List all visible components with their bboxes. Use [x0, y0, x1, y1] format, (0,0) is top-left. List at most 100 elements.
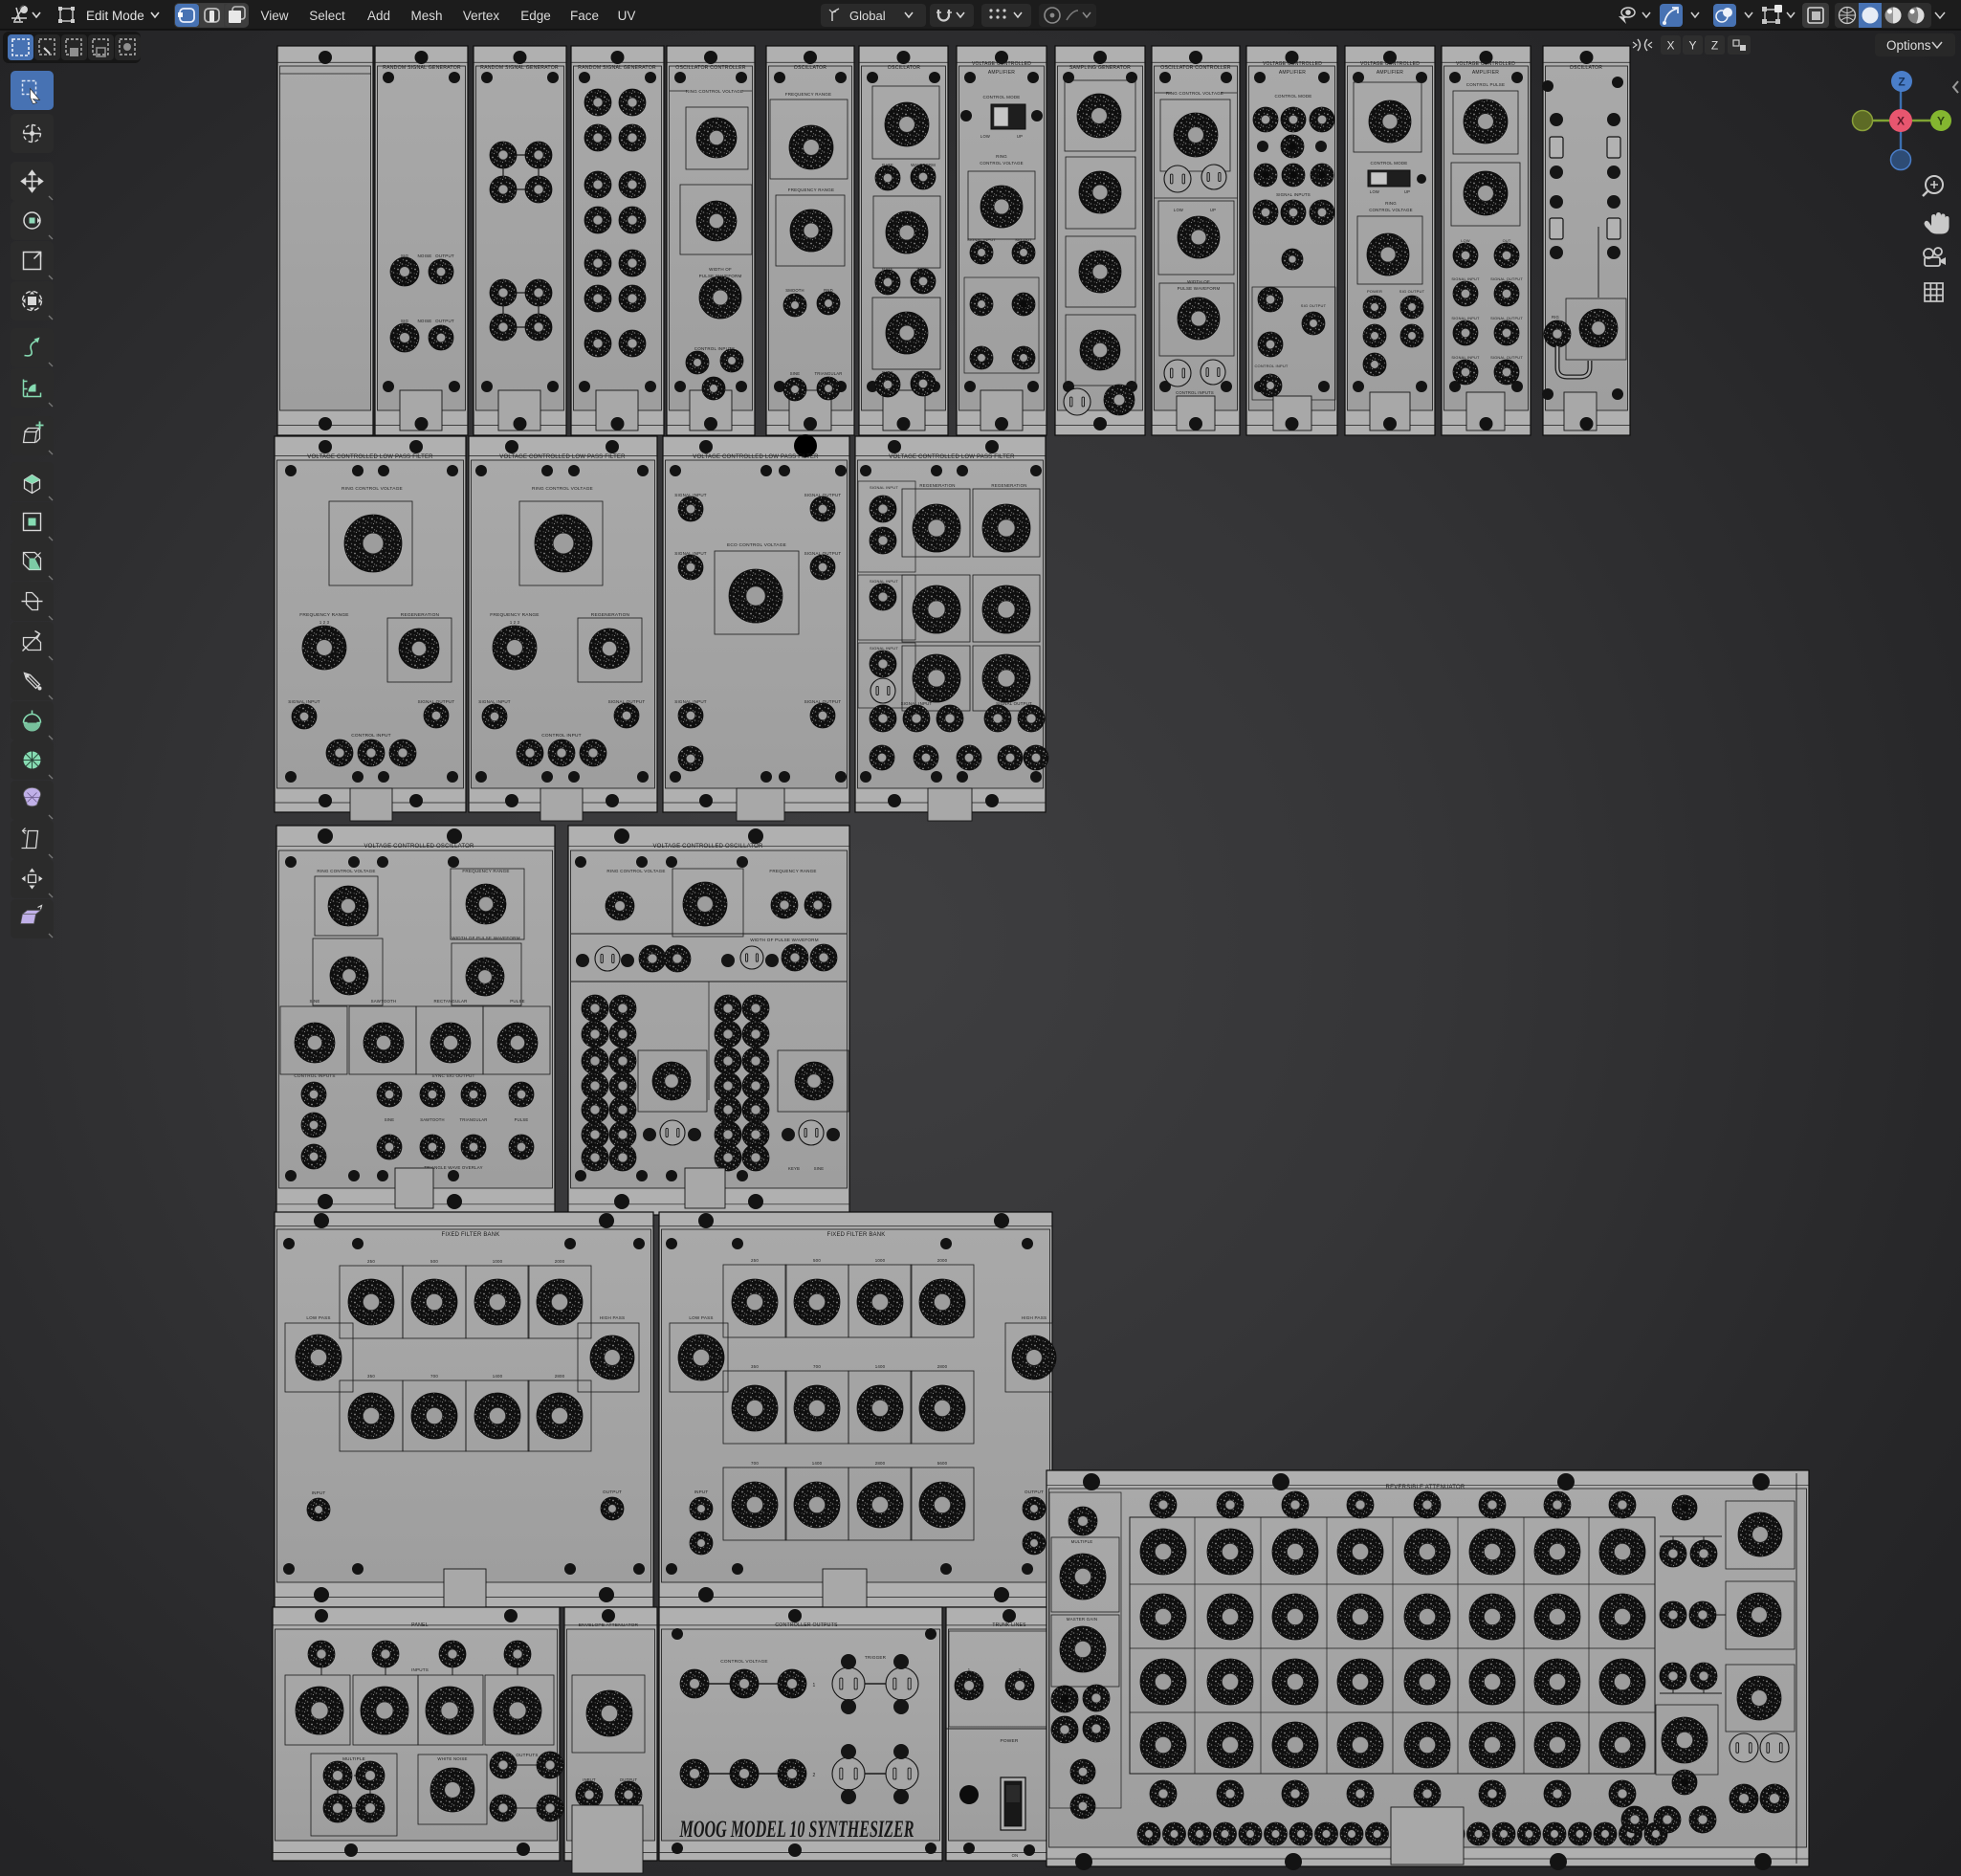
svg-text:UP: UP	[1210, 208, 1216, 212]
svg-text:Edit Mode: Edit Mode	[86, 9, 144, 23]
svg-text:UP: UP	[1017, 134, 1023, 139]
svg-text:Y: Y	[1688, 39, 1696, 53]
svg-text:OSCILLATOR: OSCILLATOR	[1570, 65, 1602, 71]
svg-text:SIG OUTPUT: SIG OUTPUT	[1399, 289, 1425, 294]
svg-text:POWER: POWER	[1000, 1738, 1018, 1744]
svg-text:CONTROL MODE: CONTROL MODE	[1371, 161, 1408, 166]
svg-text:CONTROL MODE: CONTROL MODE	[983, 95, 1021, 99]
svg-text:OUTPUT: OUTPUT	[603, 1490, 622, 1494]
svg-text:VOLTAGE CONTROLLED OSCILLATO: VOLTAGE CONTROLLED OSCILLATOR	[364, 844, 474, 850]
svg-text:CONTROLLER OUTPUTS: CONTROLLER OUTPUTS	[775, 1622, 838, 1628]
svg-text:OUTPUT: OUTPUT	[435, 254, 454, 258]
svg-text:AMPLIFIER: AMPLIFIER	[1279, 70, 1306, 76]
svg-text:FIXED FILTER BANK: FIXED FILTER BANK	[827, 1232, 886, 1238]
svg-text:1 2 3: 1 2 3	[510, 620, 520, 625]
svg-text:PULSE WAVEFORM: PULSE WAVEFORM	[1178, 286, 1221, 291]
svg-text:1000: 1000	[875, 1258, 886, 1263]
svg-text:HIGH PASS: HIGH PASS	[1022, 1315, 1047, 1320]
svg-text:1000: 1000	[493, 1259, 503, 1264]
svg-text:SIGNAL INPUT: SIGNAL INPUT	[870, 579, 898, 584]
svg-text:SIGNAL OUTPUT: SIGNAL OUTPUT	[1490, 276, 1523, 281]
svg-text:CONTROL INPUT: CONTROL INPUT	[1254, 364, 1288, 368]
svg-text:LOW PASS: LOW PASS	[306, 1315, 330, 1320]
svg-text:LOW: LOW	[1370, 189, 1379, 194]
svg-text:Edge: Edge	[520, 9, 551, 23]
svg-text:FREQUENCY RANGE: FREQUENCY RANGE	[785, 92, 831, 97]
svg-text:HIGH PASS: HIGH PASS	[600, 1315, 625, 1320]
svg-text:FREQUENCY RANGE: FREQUENCY RANGE	[462, 869, 509, 873]
svg-text:2000: 2000	[555, 1259, 565, 1264]
svg-text:REVERSIBLE ATTENUATOR: REVERSIBLE ATTENUATOR	[1386, 1485, 1465, 1490]
svg-text:PANEL: PANEL	[411, 1622, 429, 1628]
svg-text:INPUT: INPUT	[312, 1490, 326, 1495]
svg-text:350: 350	[367, 1374, 375, 1379]
svg-text:2800: 2800	[875, 1461, 886, 1466]
svg-text:WIDTH OF: WIDTH OF	[709, 267, 732, 272]
svg-text:REGENERATION: REGENERATION	[991, 483, 1026, 488]
svg-text:OSCILLATOR: OSCILLATOR	[888, 65, 920, 71]
svg-text:SINE: SINE	[614, 1166, 625, 1171]
svg-text:RANDOM SIGNAL GENERATOR: RANDOM SIGNAL GENERATOR	[480, 65, 559, 71]
svg-text:INPUTS: INPUTS	[411, 1667, 429, 1672]
svg-text:OUTPUT: OUTPUT	[435, 319, 454, 323]
svg-text:1400: 1400	[493, 1374, 503, 1379]
svg-text:POWER: POWER	[1367, 289, 1382, 294]
svg-text:SINE: SINE	[790, 371, 801, 376]
svg-text:X: X	[1666, 39, 1674, 53]
svg-text:700: 700	[813, 1364, 821, 1369]
svg-text:PULSE: PULSE	[510, 999, 524, 1004]
svg-text:WIDTH OF PULSE WAVEFORM: WIDTH OF PULSE WAVEFORM	[452, 936, 519, 940]
svg-text:RING: RING	[1385, 201, 1397, 206]
svg-text:SIGNAL OUTPUT: SIGNAL OUTPUT	[1490, 355, 1523, 360]
svg-text:SIGNAL OUTPUT: SIGNAL OUTPUT	[1490, 316, 1523, 320]
svg-text:2800: 2800	[937, 1364, 948, 1369]
svg-text:RIG: RIG	[1552, 315, 1559, 320]
svg-text:VOLTAGE CONTROLLED LOW PASS: VOLTAGE CONTROLLED LOW PASS FILTER	[889, 454, 1015, 460]
svg-text:RING CONTROL VOLTAGE: RING CONTROL VOLTAGE	[686, 89, 743, 94]
svg-text:UV: UV	[618, 9, 636, 23]
svg-text:WHITE NOISE: WHITE NOISE	[437, 1756, 467, 1761]
svg-text:View: View	[260, 9, 288, 23]
svg-text:Global: Global	[849, 9, 886, 23]
svg-text:SIGNAL INPUT: SIGNAL INPUT	[478, 699, 511, 704]
svg-text:SMOOTH: SMOOTH	[785, 288, 804, 293]
svg-text:NOISE: NOISE	[417, 319, 431, 323]
svg-text:VOLTAGE CONTROLLED LOW PASS: VOLTAGE CONTROLLED LOW PASS FILTER	[307, 454, 433, 460]
svg-text:ENVELOPE ATTENUATOR: ENVELOPE ATTENUATOR	[579, 1622, 639, 1628]
svg-text:KEYB: KEYB	[788, 1166, 800, 1171]
svg-text:500: 500	[430, 1259, 438, 1264]
svg-text:RECTANGULAR: RECTANGULAR	[433, 999, 467, 1004]
svg-text:SIG OUTPUT: SIG OUTPUT	[1301, 303, 1327, 308]
svg-text:ECO CONTROL VOLTAGE: ECO CONTROL VOLTAGE	[727, 542, 786, 548]
svg-text:CONTROL INPUT: CONTROL INPUT	[351, 733, 391, 739]
svg-text:WIDTH OF PULSE WAVEFORM: WIDTH OF PULSE WAVEFORM	[750, 938, 818, 942]
svg-text:TRIANGULAR: TRIANGULAR	[815, 371, 843, 376]
svg-text:2: 2	[813, 1773, 816, 1778]
svg-text:SINE: SINE	[385, 1117, 395, 1122]
svg-text:REGENERATION: REGENERATION	[919, 483, 955, 488]
svg-text:SIGNAL INPUT: SIGNAL INPUT	[1451, 316, 1480, 320]
svg-text:Options: Options	[1886, 38, 1931, 53]
svg-text:CONTROL INPUTS: CONTROL INPUTS	[1176, 390, 1214, 395]
svg-text:SIGNAL INPUT: SIGNAL INPUT	[288, 699, 320, 704]
svg-text:Y: Y	[1937, 115, 1945, 128]
svg-text:250: 250	[367, 1259, 375, 1264]
svg-text:SIGNAL INPUT: SIGNAL INPUT	[1451, 355, 1480, 360]
svg-text:Z: Z	[1711, 39, 1718, 53]
svg-text:2800: 2800	[555, 1374, 565, 1379]
svg-text:Vertex: Vertex	[463, 9, 500, 23]
svg-text:LOW PASS: LOW PASS	[689, 1315, 713, 1320]
svg-text:RING CONTROL VOLTAGE: RING CONTROL VOLTAGE	[606, 869, 665, 873]
svg-text:RING: RING	[996, 154, 1007, 159]
svg-text:VOLTAGE CONTROLLED: VOLTAGE CONTROLLED	[972, 61, 1031, 67]
svg-text:Add: Add	[367, 9, 390, 23]
svg-text:MULTIPLE: MULTIPLE	[342, 1756, 365, 1761]
svg-text:SIG: SIG	[401, 319, 409, 323]
svg-text:RING CONTROL VOLTAGE: RING CONTROL VOLTAGE	[317, 869, 375, 873]
svg-text:NOISE: NOISE	[417, 254, 431, 258]
svg-text:Face: Face	[570, 9, 599, 23]
svg-text:MOOG MODEL 10 SYNTHESIZER: MOOG MODEL 10 SYNTHESIZER	[679, 1817, 914, 1843]
svg-text:CONTROL PULSE: CONTROL PULSE	[1466, 82, 1505, 87]
svg-text:Select: Select	[309, 9, 345, 23]
svg-text:1400: 1400	[812, 1461, 823, 1466]
